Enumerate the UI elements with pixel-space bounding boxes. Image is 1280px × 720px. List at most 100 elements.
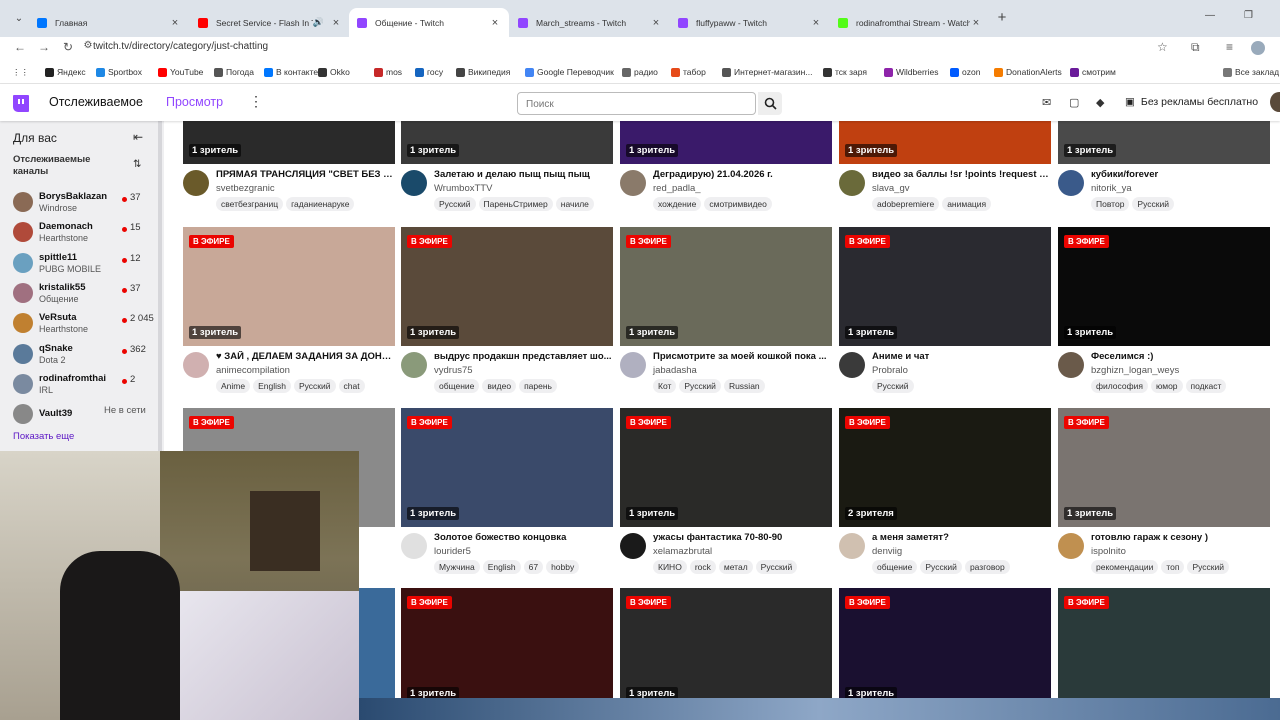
stream-thumbnail[interactable]: В ЭФИРЕ 1 зритель — [620, 408, 832, 527]
inbox-icon[interactable]: ✉ — [1042, 96, 1051, 109]
tag-pill[interactable]: rock — [689, 560, 716, 574]
minimize-button[interactable]: — — [1205, 10, 1215, 21]
stream-thumbnail[interactable]: 1 зритель — [839, 121, 1051, 164]
tag-pill[interactable]: Русский — [434, 197, 476, 211]
tag-pill[interactable]: ПареньСтример — [478, 197, 553, 211]
tag-pill[interactable]: философия — [1091, 379, 1148, 393]
stream-thumbnail[interactable]: 1 зритель — [401, 121, 613, 164]
streamer-avatar[interactable] — [183, 170, 209, 196]
tag-pill[interactable]: hobby — [546, 560, 580, 574]
stream-thumbnail[interactable]: В ЭФИРЕ 1 зритель — [1058, 227, 1270, 346]
audio-playing-icon[interactable]: 🔊 — [313, 17, 324, 28]
stream-card[interactable]: 1 зритель Деградирую) 21.04.2026 г. red_pa… — [620, 121, 832, 222]
no-ads-button[interactable]: ▣ Без рекламы бесплатно — [1125, 96, 1258, 108]
stream-title[interactable]: готовлю гараж к сезону ) — [1091, 532, 1269, 543]
tag-pill[interactable]: гаданиенаруке — [286, 197, 355, 211]
tag-pill[interactable]: светбезграниц — [216, 197, 284, 211]
tag-pill[interactable]: Русский — [755, 560, 798, 574]
sidebar-channel-vault39[interactable]: Vault39 Не в сети — [0, 400, 164, 430]
bookmark-item[interactable]: Википедия — [456, 67, 510, 77]
stream-thumbnail[interactable]: В ЭФИРЕ 1 зритель — [620, 588, 832, 707]
restore-button[interactable]: ❐ — [1244, 10, 1253, 21]
extensions-icon[interactable]: ⧉ — [1191, 40, 1200, 55]
streamer-name[interactable]: lourider5 — [434, 546, 471, 557]
stream-title[interactable]: ♥ ЗАЙ , ДЕЛАЕМ ЗАДАНИЯ ЗА ДОНА... — [216, 351, 394, 362]
stream-title[interactable]: Феселимся :) — [1091, 351, 1269, 362]
tag-pill[interactable]: рекомендации — [1091, 560, 1159, 574]
stream-card[interactable]: В ЭФИРЕ 1 зритель ужасы фантастика 70-80-9… — [620, 408, 832, 585]
tag-pill[interactable]: анимация — [942, 197, 992, 211]
sidebar-channel-borysbaklazan[interactable]: BorysBaklazan Windrose 37 — [0, 188, 164, 218]
stream-title[interactable]: ПРЯМАЯ ТРАНСЛЯЦИЯ "СВЕТ БЕЗ Г... — [216, 169, 394, 180]
stream-card[interactable]: 1 зритель кубики/forever nitorik_ya Повтор Р… — [1058, 121, 1270, 222]
user-avatar[interactable] — [1270, 92, 1280, 112]
twitch-logo-icon[interactable] — [13, 95, 29, 112]
stream-thumbnail[interactable]: В ЭФИРЕ 1 зритель — [839, 588, 1051, 707]
tag-pill[interactable]: юмор — [1150, 379, 1183, 393]
streamer-name[interactable]: ispolnito — [1091, 546, 1126, 557]
tag-pill[interactable]: метал — [718, 560, 753, 574]
stream-thumbnail[interactable]: В ЭФИРЕ 1 зритель — [1058, 408, 1270, 527]
stream-title[interactable]: Залетаю и делаю пыщ пыщ пыщ — [434, 169, 612, 180]
streamer-avatar[interactable] — [183, 352, 209, 378]
tag-pill[interactable]: Повтор — [1091, 197, 1130, 211]
bookmark-item[interactable]: Google Переводчик — [525, 67, 614, 77]
tab-1[interactable]: Главная × — [29, 8, 189, 37]
stream-thumbnail[interactable]: В ЭФИРЕ 1 зритель — [401, 227, 613, 346]
address-bar[interactable]: twitch.tv/directory/category/just-chatti… — [93, 41, 268, 52]
bookmark-item[interactable]: В контакте — [264, 67, 318, 77]
forward-icon[interactable]: → — [36, 40, 52, 54]
show-more-link[interactable]: Показать еще — [13, 431, 74, 442]
streamer-avatar[interactable] — [1058, 533, 1084, 559]
stream-title[interactable]: Присмотрите за моей кошкой пока ... — [653, 351, 831, 362]
sort-icon[interactable]: ⇅ — [133, 159, 141, 170]
collapse-sidebar-icon[interactable]: ⇤ — [133, 130, 143, 144]
back-icon[interactable]: ← — [12, 40, 28, 54]
tag-pill[interactable]: Русский — [872, 379, 914, 393]
nav-following[interactable]: Отслеживаемое — [49, 95, 143, 109]
tag-pill[interactable]: топ — [1161, 560, 1185, 574]
close-tab-icon[interactable]: × — [810, 17, 822, 29]
streamer-name[interactable]: WrumboxTTV — [434, 183, 492, 194]
tag-pill[interactable]: разговор — [964, 560, 1010, 574]
all-bookmarks[interactable]: Все заклад — [1223, 67, 1279, 77]
profile-avatar[interactable] — [1251, 41, 1265, 55]
stream-thumbnail[interactable]: 1 зритель — [620, 121, 832, 164]
tag-pill[interactable]: Russian — [723, 379, 765, 393]
tag-pill[interactable]: English — [482, 560, 521, 574]
stream-title[interactable]: ужасы фантастика 70-80-90 — [653, 532, 831, 543]
stream-card[interactable]: 1 зритель ПРЯМАЯ ТРАНСЛЯЦИЯ "СВЕТ БЕЗ Г..… — [183, 121, 395, 222]
search-button[interactable] — [758, 92, 782, 115]
streamer-avatar[interactable] — [839, 352, 865, 378]
streamer-avatar[interactable] — [839, 170, 865, 196]
streamer-avatar[interactable] — [620, 352, 646, 378]
stream-title[interactable]: Деградирую) 21.04.2026 г. — [653, 169, 831, 180]
streamer-name[interactable]: denviig — [872, 546, 902, 557]
bookmark-item[interactable]: Яндекс — [45, 67, 86, 77]
close-tab-icon[interactable]: × — [330, 17, 342, 29]
sidebar-channel-daemonach[interactable]: Daemonach Hearthstone 15 — [0, 218, 164, 248]
stream-thumbnail[interactable]: В ЭФИРЕ 2 зрителя — [839, 408, 1051, 527]
stream-card[interactable]: В ЭФИРЕ 1 зритель выдрус продакшн представ… — [401, 227, 613, 404]
streamer-name[interactable]: slava_gv — [872, 183, 910, 194]
sidebar-channel-versuta[interactable]: VeRsuta Hearthstone 2 045 — [0, 309, 164, 339]
bookmark-item[interactable]: DonationAlerts — [994, 67, 1062, 77]
tag-pill[interactable]: видео — [482, 379, 517, 393]
tag-pill[interactable]: хождение — [653, 197, 702, 211]
reload-icon[interactable]: ↻ — [60, 40, 76, 54]
bookmark-item[interactable]: Okko — [318, 67, 350, 77]
streamer-name[interactable]: red_padla_ — [653, 183, 701, 194]
close-tab-icon[interactable]: × — [489, 17, 501, 29]
stream-card[interactable]: 1 зритель видео за баллы !sr !points !req… — [839, 121, 1051, 222]
stream-thumbnail[interactable]: В ЭФИРЕ 1 зритель — [620, 227, 832, 346]
tag-pill[interactable]: Anime — [216, 379, 251, 393]
tag-pill[interactable]: 67 — [523, 560, 544, 574]
bookmark-item[interactable]: смотрим — [1070, 67, 1116, 77]
stream-thumbnail[interactable]: В ЭФИРЕ 1 зритель — [839, 227, 1051, 346]
streamer-name[interactable]: nitorik_ya — [1091, 183, 1132, 194]
stream-card[interactable]: 1 зритель Залетаю и делаю пыщ пыщ пыщ Wrum… — [401, 121, 613, 222]
tab-search-icon[interactable]: ⌄ — [8, 9, 30, 29]
close-tab-icon[interactable]: × — [169, 17, 181, 29]
close-tab-icon[interactable]: × — [970, 17, 982, 29]
tag-pill[interactable]: Мужчина — [434, 560, 480, 574]
